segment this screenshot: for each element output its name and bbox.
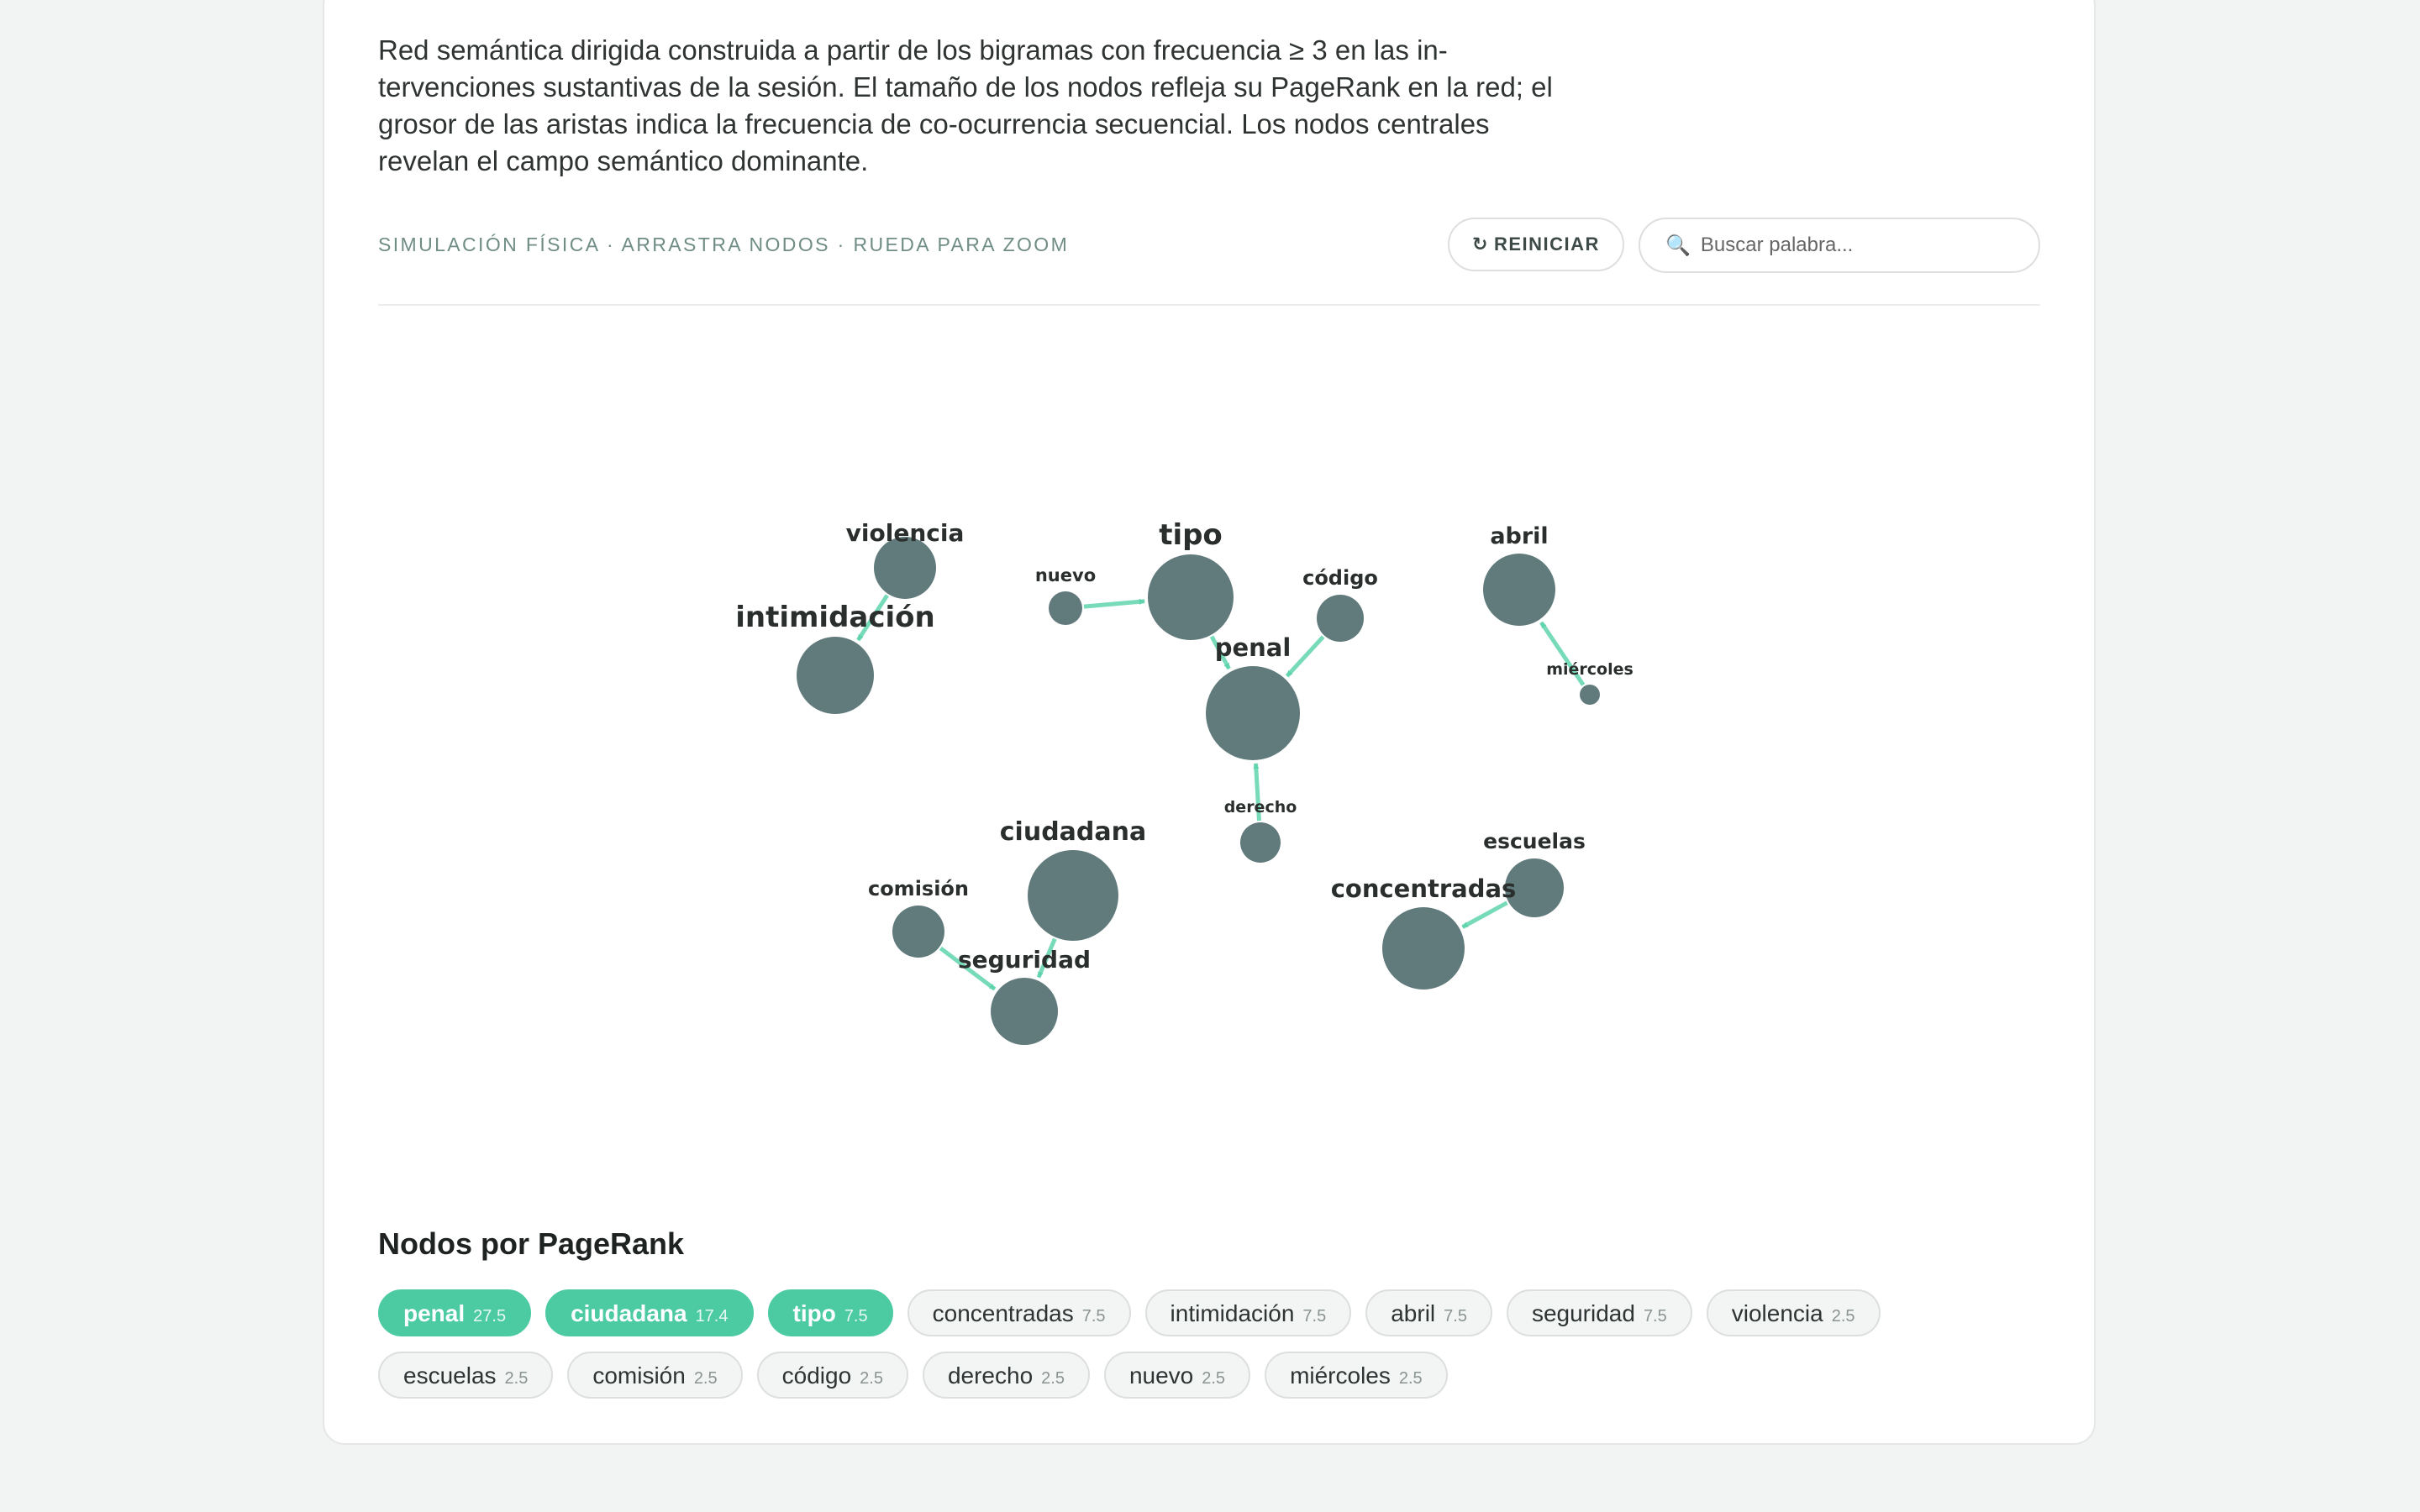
chip-label: nuevo bbox=[1128, 1362, 1194, 1389]
reset-button-label: REINICIAR bbox=[1493, 234, 1600, 255]
chip-score: 2.5 bbox=[504, 1369, 529, 1388]
node-label-escuelas: escuelas bbox=[1483, 829, 1586, 853]
node-penal[interactable] bbox=[1206, 666, 1300, 760]
pagerank-chip-list: penal 27.5 ciudadana 17.4 tipo 7.5 concentrada… bbox=[378, 1289, 2042, 1399]
node-abril[interactable] bbox=[1483, 554, 1555, 626]
node-label-intimidación: intimidación bbox=[735, 601, 935, 634]
edge-nuevo-tipo bbox=[1083, 598, 1145, 609]
chip-score: 2.5 bbox=[1398, 1369, 1423, 1388]
node-label-nuevo: nuevo bbox=[1035, 565, 1096, 585]
chip-label: concentradas bbox=[932, 1300, 1074, 1326]
node-miércoles[interactable] bbox=[1580, 685, 1600, 705]
chip-label: violencia bbox=[1731, 1300, 1823, 1326]
interaction-hint: SIMULACIÓN FÍSICA · ARRASTRA NODOS · RUE… bbox=[378, 234, 1070, 255]
chip-score: 2.5 bbox=[1041, 1369, 1065, 1388]
chip-label: miércoles bbox=[1290, 1362, 1391, 1389]
chip-score: 2.5 bbox=[860, 1369, 883, 1388]
chip-label: escuelas bbox=[403, 1362, 497, 1389]
chip-score: 17.4 bbox=[695, 1307, 729, 1326]
pagerank-chip-nuevo[interactable]: nuevo 2.5 bbox=[1103, 1352, 1251, 1399]
pagerank-chip-código[interactable]: código 2.5 bbox=[756, 1352, 908, 1399]
node-nuevo[interactable] bbox=[1049, 591, 1082, 625]
node-concentradas[interactable] bbox=[1382, 907, 1465, 990]
chip-score: 7.5 bbox=[844, 1307, 868, 1326]
chip-score: 7.5 bbox=[1081, 1307, 1106, 1326]
chip-score: 2.5 bbox=[1831, 1307, 1855, 1326]
chip-score: 2.5 bbox=[1202, 1369, 1226, 1388]
pagerank-chip-intimidación[interactable]: intimidación 7.5 bbox=[1144, 1289, 1352, 1336]
node-label-miércoles: miércoles bbox=[1546, 660, 1634, 679]
edge-código-penal bbox=[1285, 635, 1325, 678]
node-label-seguridad: seguridad bbox=[958, 946, 1091, 974]
pagerank-chip-comisión[interactable]: comisión 2.5 bbox=[567, 1352, 743, 1399]
node-label-tipo: tipo bbox=[1159, 518, 1223, 552]
divider bbox=[378, 304, 2040, 306]
node-derecho[interactable] bbox=[1240, 822, 1281, 863]
chip-label: intimidación bbox=[1170, 1300, 1295, 1326]
search-field[interactable]: 🔍 bbox=[1639, 218, 2040, 273]
reset-button[interactable]: ↻ REINICIAR bbox=[1448, 218, 1624, 271]
node-seguridad[interactable] bbox=[991, 978, 1058, 1045]
pagerank-chip-penal[interactable]: penal 27.5 bbox=[378, 1289, 532, 1336]
graph-description: Red semántica dirigida construida a part… bbox=[378, 34, 1553, 176]
chip-label: código bbox=[781, 1362, 852, 1389]
node-label-código: código bbox=[1302, 566, 1378, 590]
pagerank-chip-escuelas[interactable]: escuelas 2.5 bbox=[378, 1352, 554, 1399]
chip-score: 7.5 bbox=[1444, 1307, 1467, 1326]
node-ciudadana[interactable] bbox=[1028, 850, 1118, 941]
node-label-comisión: comisión bbox=[868, 877, 969, 900]
chip-label: abril bbox=[1391, 1300, 1436, 1326]
chip-score: 7.5 bbox=[1302, 1307, 1327, 1326]
pagerank-chip-abril[interactable]: abril 7.5 bbox=[1365, 1289, 1492, 1336]
pagerank-chip-violencia[interactable]: violencia 2.5 bbox=[1706, 1289, 1881, 1336]
chip-label: comisión bbox=[592, 1362, 686, 1389]
pagerank-chip-derecho[interactable]: derecho 2.5 bbox=[922, 1352, 1090, 1399]
refresh-icon: ↻ bbox=[1472, 234, 1489, 255]
node-label-ciudadana: ciudadana bbox=[1000, 817, 1146, 847]
pagerank-chip-concentradas[interactable]: concentradas 7.5 bbox=[907, 1289, 1131, 1336]
node-tipo[interactable] bbox=[1148, 554, 1234, 640]
node-label-concentradas: concentradas bbox=[1331, 874, 1517, 903]
node-label-violencia: violencia bbox=[846, 519, 965, 547]
node-label-penal: penal bbox=[1215, 633, 1292, 662]
pagerank-chip-seguridad[interactable]: seguridad 7.5 bbox=[1506, 1289, 1692, 1336]
chip-label: ciudadana bbox=[571, 1300, 687, 1326]
node-label-derecho: derecho bbox=[1224, 798, 1297, 816]
semantic-network-graph[interactable]: penal ciudadana tipo concentradas intimidaci… bbox=[378, 307, 2040, 1198]
chip-label: penal bbox=[403, 1300, 466, 1326]
pagerank-chip-tipo[interactable]: tipo 7.5 bbox=[767, 1289, 893, 1336]
node-código[interactable] bbox=[1317, 595, 1364, 642]
pagerank-chip-ciudadana[interactable]: ciudadana 17.4 bbox=[545, 1289, 754, 1336]
search-icon: 🔍 bbox=[1665, 234, 1691, 257]
node-label-abril: abril bbox=[1490, 523, 1548, 549]
chip-label: derecho bbox=[947, 1362, 1034, 1389]
pagerank-chip-miércoles[interactable]: miércoles 2.5 bbox=[1265, 1352, 1448, 1399]
chip-label: tipo bbox=[792, 1300, 836, 1326]
pagerank-section-title: Nodos por PageRank bbox=[378, 1226, 685, 1261]
node-intimidación[interactable] bbox=[797, 637, 874, 714]
chip-score: 27.5 bbox=[473, 1307, 507, 1326]
chip-score: 2.5 bbox=[693, 1369, 718, 1388]
chip-score: 7.5 bbox=[1643, 1307, 1667, 1326]
node-comisión[interactable] bbox=[892, 906, 944, 958]
chip-label: seguridad bbox=[1531, 1300, 1635, 1326]
edge-escuelas-concentradas bbox=[1461, 900, 1508, 929]
search-input[interactable] bbox=[1698, 233, 2022, 258]
